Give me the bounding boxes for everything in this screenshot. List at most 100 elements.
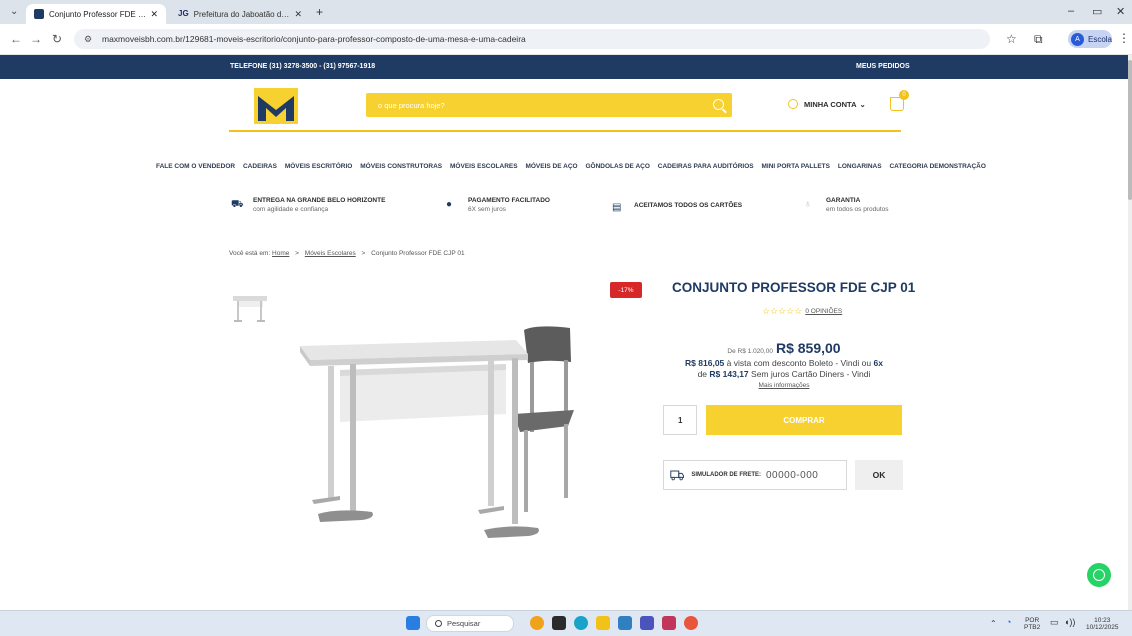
profile-button[interactable]: A Escola [1068,30,1112,48]
browser-tab-bar: ⌄ Conjunto Professor FDE CJP 01 ✕ JG Pre… [0,0,1132,24]
product-title: CONJUNTO PROFESSOR FDE CJP 01 [672,280,916,295]
avatar: A [1071,32,1084,46]
category-nav: FALE COM O VENDEDOR CADEIRAS MÓVEIS ESCR… [156,163,986,170]
volume-icon[interactable]: ◖)) [1064,618,1075,627]
header-divider [229,130,901,132]
address-bar-row: ← → ↻ ⚙ maxmoveisbh.com.br/129681-moveis… [0,24,1132,55]
feature-warranty: ♁ GARANTIA em todos os produtos [804,197,889,213]
tab-conjunto-professor[interactable]: Conjunto Professor FDE CJP 01 ✕ [26,4,166,24]
nav-item-moveis-de-aco[interactable]: MÓVEIS DE AÇO [525,163,577,170]
nav-item-moveis-construtoras[interactable]: MÓVEIS CONSTRUTORAS [360,163,442,170]
cash-text: à vista com desconto Boleto - Vindi ou [726,358,872,368]
price-line: De R$ 1.020,00 R$ 859,00 [660,340,908,356]
cart-count-badge: 0 [899,90,909,100]
reload-icon[interactable]: ↻ [52,32,62,46]
truck-icon: ⛟ [231,199,244,210]
card-icon: ▤ [612,202,622,213]
forward-arrow-icon[interactable]: → [30,32,42,46]
scrollbar-thumb[interactable] [1128,60,1132,200]
feature-payment: ● PAGAMENTO FACILITADO 6X sem juros [446,197,550,213]
product-thumbnail[interactable] [229,290,273,326]
nav-item-longarinas[interactable]: LONGARINAS [838,163,882,170]
teams-icon[interactable] [640,616,654,630]
nav-item-gondolas-de-aco[interactable]: GÔNDOLAS DE AÇO [585,163,649,170]
feature-subtitle: com agilidade e confiança [253,206,329,213]
task-view-icon[interactable] [552,616,566,630]
reviews-link[interactable]: 0 OPINIÕES [805,308,842,315]
chrome-icon[interactable] [684,616,698,630]
cart-icon[interactable]: 0 [890,90,909,111]
profile-name: Escola [1087,34,1112,44]
app-icon[interactable] [662,616,676,630]
ok-button[interactable]: OK [855,460,903,490]
widgets-icon[interactable] [530,616,544,630]
close-window-icon[interactable]: ✕ [1116,5,1125,18]
dollar-icon: ● [446,199,453,210]
feature-subtitle: 6X sem juros [468,206,506,213]
minimize-icon[interactable]: – [1068,5,1074,17]
url-field[interactable]: ⚙ maxmoveisbh.com.br/129681-moveis-escri… [74,29,990,49]
nav-item-moveis-escritorio[interactable]: MÓVEIS ESCRITÓRIO [285,163,353,170]
installment-text: Sem juros Cartão Diners - Vindi [751,369,871,379]
nav-item-cadeiras[interactable]: CADEIRAS [243,163,277,170]
installment-prefix: de [697,369,708,379]
tab-prefeitura[interactable]: JG Prefeitura do Jaboatão dos Gu ✕ [170,4,310,24]
edge-browser-icon[interactable] [574,616,588,630]
feature-title: GARANTIA [826,197,861,204]
outlook-icon[interactable] [618,616,632,630]
file-explorer-icon[interactable] [596,616,610,630]
nav-item-categoria-demonstracao[interactable]: CATEGORIA DEMONSTRAÇÃO [889,163,985,170]
more-menu-icon[interactable]: ⋮ [1118,31,1130,45]
clock[interactable]: 10:23 10/12/2025 [1086,617,1119,631]
my-account-menu[interactable]: MINHA CONTA ⌄ [788,99,866,109]
tray-app-icon[interactable]: ◔ [1006,618,1011,627]
breadcrumb-category-link[interactable]: Móveis Escolares [305,250,356,257]
back-arrow-icon[interactable]: ← [10,32,22,46]
nav-item-fale-com-vendedor[interactable]: FALE COM O VENDEDOR [156,163,235,170]
clock-time: 10:23 [1094,617,1111,624]
nav-item-moveis-escolares[interactable]: MÓVEIS ESCOLARES [450,163,518,170]
extensions-icon[interactable]: ⧉ [1034,32,1043,47]
windows-start-icon[interactable] [406,616,420,630]
site-settings-icon[interactable]: ⚙ [84,34,92,45]
new-tab-button[interactable]: + [316,5,323,19]
network-icon[interactable]: ▭ [1050,618,1059,627]
breadcrumb-home-link[interactable]: Home [272,250,289,257]
cash-price: R$ 816,05 [685,358,725,368]
language-code: POR [1025,617,1040,624]
taskbar-search[interactable]: Pesquisar [426,615,514,632]
bookmark-star-icon[interactable]: ☆ [1006,32,1017,46]
product-rating[interactable]: ☆☆☆☆☆ 0 OPINIÕES [762,306,842,317]
taskbar-search-label: Pesquisar [447,619,481,628]
tray-chevron-up-icon[interactable]: ⌃ [990,620,997,628]
current-price: R$ 859,00 [775,340,841,356]
m-logo-icon [34,9,44,19]
close-icon[interactable]: ✕ [150,9,158,20]
site-logo[interactable] [254,88,298,124]
restore-icon[interactable]: ▭ [1092,5,1102,18]
close-icon[interactable]: ✕ [294,9,302,20]
nav-item-mini-porta-pallets[interactable]: MINI PORTA PALLETS [762,163,831,170]
buy-button[interactable]: COMPRAR [706,405,902,435]
account-label: MINHA CONTA [804,99,857,109]
shipping-simulator: SIMULADOR DE FRETE: [663,460,847,490]
tab-title: Prefeitura do Jaboatão dos Gu [193,9,291,19]
feature-title: ENTREGA NA GRANDE BELO HORIZONTE [253,197,386,204]
old-price: De R$ 1.020,00 [727,348,773,355]
my-orders-link[interactable]: MEUS PEDIDOS [856,63,910,70]
zip-code-input[interactable] [766,467,846,483]
feature-title: PAGAMENTO FACILITADO [468,197,550,204]
tab-search-icon[interactable]: ⌄ [10,6,18,17]
language-indicator[interactable]: POR PTB2 [1024,617,1040,631]
jg-favicon-icon: JG [178,9,189,18]
nav-item-cadeiras-auditorios[interactable]: CADEIRAS PARA AUDITÓRIOS [658,163,754,170]
search-input[interactable] [366,93,706,117]
product-main-image[interactable] [292,318,602,564]
url-text: maxmoveisbh.com.br/129681-moveis-escrito… [102,34,526,44]
more-info-link[interactable]: Mais informações [660,382,908,389]
breadcrumb-separator: > [361,250,366,257]
chevron-down-icon: ⌄ [859,99,866,109]
quantity-input[interactable]: 1 [663,405,697,435]
whatsapp-icon[interactable] [1087,563,1111,587]
search-icon[interactable] [713,99,724,110]
